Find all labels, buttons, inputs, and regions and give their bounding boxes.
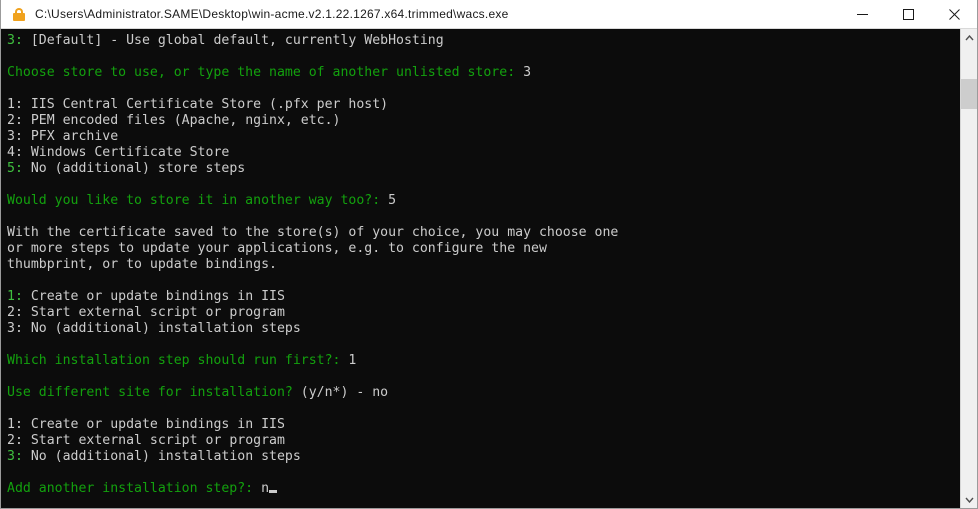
console-text: PFX archive [30,129,119,144]
console-text: n [261,481,270,496]
console-text: Start external script or program [30,305,285,320]
padlock-icon [11,6,27,22]
console-line: 4: Windows Certificate Store [7,145,960,161]
window-controls [839,0,977,28]
console-line: 3: No (additional) installation steps [7,449,960,465]
console-line: Choose store to use, or type the name of… [7,65,960,81]
console-text: 5: [7,161,31,176]
console-line: 2: PEM encoded files (Apache, nginx, etc… [7,113,960,129]
console-text: Which installation step should run first… [7,353,349,368]
console-area: 3: [Default] - Use global default, curre… [1,29,977,508]
console-text: Start external script or program [30,433,285,448]
console-text: 3: [7,33,31,48]
console-line: Use different site for installation? (y/… [7,385,960,401]
terminal-window: C:\Users\Administrator.SAME\Desktop\win-… [0,0,978,509]
console-text: 3: [7,321,31,336]
console-line: 5: No (additional) store steps [7,161,960,177]
console-text: Would you like to store it in another wa… [7,193,389,208]
close-button[interactable] [931,0,977,28]
console-text: No (additional) installation steps [30,449,301,464]
maximize-button[interactable] [885,0,931,28]
close-icon [948,8,960,20]
title-bar[interactable]: C:\Users\Administrator.SAME\Desktop\win-… [1,0,977,29]
window-title: C:\Users\Administrator.SAME\Desktop\win-… [35,7,509,21]
vertical-scrollbar[interactable] [960,29,977,508]
console-line: 2: Start external script or program [7,433,960,449]
console-text: PEM encoded files (Apache, nginx, etc.) [30,113,341,128]
console-line: 3: PFX archive [7,129,960,145]
console-line: Add another installation step?: n [7,481,960,497]
console-output[interactable]: 3: [Default] - Use global default, curre… [1,29,960,508]
console-text: Add another installation step?: [7,481,262,496]
console-line: With the certificate saved to the store(… [7,225,960,241]
console-text: 5 [388,193,397,208]
console-line: 1: Create or update bindings in IIS [7,417,960,433]
chevron-up-icon [964,34,974,40]
console-text: 1: [7,417,31,432]
console-text: 2: [7,433,31,448]
console-text: 3: [7,449,31,464]
console-line: Which installation step should run first… [7,353,960,369]
console-text: [Default] - Use global default, currentl… [30,33,444,48]
scrollbar-thumb[interactable] [961,79,977,109]
console-text: 1 [348,353,357,368]
text-cursor [269,490,278,493]
console-line: thumbprint, or to update bindings. [7,257,960,273]
console-text: Use different site for installation? [7,385,293,400]
console-text: 2: [7,305,31,320]
console-text: (y/n*) - no [292,385,389,400]
console-line: 1: Create or update bindings in IIS [7,289,960,305]
console-text: 1: [7,97,31,112]
scrollbar-track[interactable] [961,46,977,491]
console-text: With the certificate saved to the store(… [7,225,619,240]
chevron-down-icon [964,497,974,503]
console-text: or more steps to update your application… [7,241,547,256]
console-text: 4: [7,145,31,160]
console-line: 1: IIS Central Certificate Store (.pfx p… [7,97,960,113]
console-text: Windows Certificate Store [30,145,230,160]
minimize-button[interactable] [839,0,885,28]
console-text: 3: [7,129,31,144]
console-text: 3 [523,65,532,80]
console-text: Create or update bindings in IIS [30,417,285,432]
console-text: IIS Central Certificate Store (.pfx per … [30,97,389,112]
console-text: Create or update bindings in IIS [30,289,285,304]
console-text: Choose store to use, or type the name of… [7,65,524,80]
console-line: 3: No (additional) installation steps [7,321,960,337]
scroll-up-button[interactable] [961,29,977,46]
console-line: Would you like to store it in another wa… [7,193,960,209]
console-line: 3: [Default] - Use global default, curre… [7,33,960,49]
console-text: No (additional) installation steps [30,321,301,336]
minimize-icon [856,13,868,15]
console-text: 2: [7,113,31,128]
maximize-icon [902,8,914,20]
console-text: thumbprint, or to update bindings. [7,257,277,272]
console-text: No (additional) store steps [30,161,246,176]
scroll-down-button[interactable] [961,491,977,508]
console-text: 1: [7,289,31,304]
console-line: 2: Start external script or program [7,305,960,321]
console-line: or more steps to update your application… [7,241,960,257]
